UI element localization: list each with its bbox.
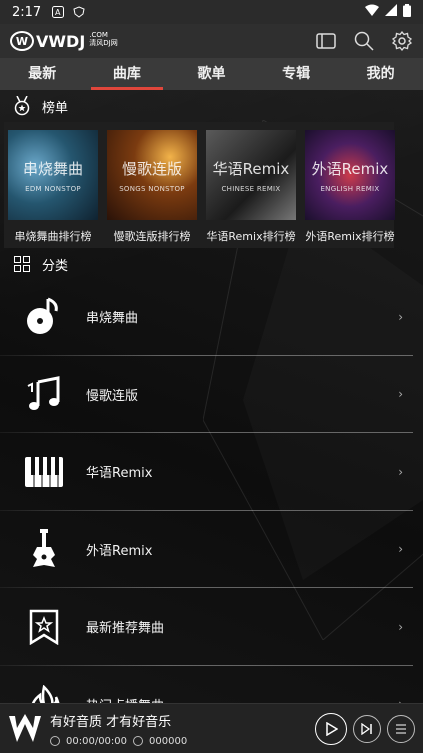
chart-thumb-title: 外语Remix	[311, 159, 389, 178]
category-label: 华语Remix	[86, 466, 153, 482]
play-count-icon	[133, 736, 144, 746]
chevron-right-icon: ›	[398, 309, 403, 324]
a-icon: A	[51, 6, 64, 19]
status-time: 2:17	[12, 4, 42, 20]
tab-mine[interactable]: 我的	[338, 58, 423, 90]
mini-player[interactable]: 有好音质 才有好音乐 00:00/00:00 000000	[0, 703, 423, 753]
logo-mark-icon: W	[10, 31, 34, 51]
chart-thumb-title: 串烧舞曲	[22, 159, 83, 178]
battery-icon	[403, 3, 411, 21]
logo-sub: .COM 清风DJ网	[89, 31, 117, 47]
category-item-slow-songs[interactable]: 慢歌连版 ›	[0, 356, 413, 433]
category-label: 慢歌连版	[86, 388, 139, 404]
chart-thumb-title: 华语Remix	[212, 159, 290, 178]
shield-icon	[72, 6, 85, 19]
tab-playlists[interactable]: 歌单	[169, 58, 254, 90]
player-title: 有好音质 才有好音乐	[50, 714, 172, 730]
tablet-icon[interactable]	[315, 30, 337, 52]
grid-icon	[12, 254, 32, 274]
signal-icon	[385, 4, 397, 20]
settings-icon[interactable]	[391, 30, 413, 52]
chart-caption[interactable]: 串烧舞曲排行榜	[8, 228, 98, 244]
chart-caption[interactable]: 慢歌连版排行榜	[107, 228, 197, 244]
music-notes-icon	[0, 364, 80, 424]
chart-thumb-subtitle: SONGS NONSTOP	[119, 184, 185, 193]
guitar-icon	[0, 519, 80, 579]
logo-subtitle: 清风DJ网	[89, 39, 118, 47]
player-logo-icon	[8, 712, 42, 746]
chart-caption[interactable]: 华语Remix排行榜	[206, 228, 296, 244]
clock-icon	[50, 736, 60, 746]
player-count: 000000	[149, 735, 188, 747]
next-button[interactable]	[353, 714, 381, 743]
category-item-edm[interactable]: 串烧舞曲 ›	[0, 278, 413, 356]
playlist-button[interactable]	[387, 714, 415, 743]
chart-thumb-subtitle: ENGLISH REMIX	[320, 184, 380, 193]
next-icon	[361, 722, 372, 735]
menu-icon	[396, 724, 406, 733]
chart-thumbnail[interactable]: 串烧舞曲 EDM NONSTOP	[8, 130, 98, 220]
player-info: 有好音质 才有好音乐 00:00/00:00 000000	[50, 711, 187, 747]
category-list: 串烧舞曲 › 慢歌连版 › 华语Remix › 外语Remix › 最新推荐舞曲…	[0, 278, 413, 743]
star-bookmark-icon	[0, 597, 80, 657]
categories-section-header: 分类	[0, 249, 423, 279]
player-time: 00:00/00:00	[66, 735, 128, 747]
category-label: 串烧舞曲	[86, 311, 139, 327]
play-button[interactable]	[315, 712, 347, 745]
chart-card-chinese-remix[interactable]: 华语Remix CHINESE REMIX 华语Remix排行榜	[206, 130, 296, 248]
chevron-right-icon: ›	[398, 387, 403, 402]
app-bar: W VWDJ .COM 清风DJ网	[0, 24, 423, 58]
category-label: 外语Remix	[86, 543, 153, 559]
chart-thumb-title: 慢歌连版	[121, 159, 182, 178]
chart-card-edm[interactable]: 串烧舞曲 EDM NONSTOP 串烧舞曲排行榜	[8, 130, 98, 248]
chart-thumbnail[interactable]: 华语Remix CHINESE REMIX	[206, 130, 296, 220]
svg-text:A: A	[55, 8, 61, 17]
medal-icon	[12, 96, 32, 116]
logo-text: VWDJ	[36, 31, 86, 51]
logo-suffix: .COM	[89, 31, 108, 39]
category-item-chinese-remix[interactable]: 华语Remix ›	[0, 433, 413, 511]
play-icon	[326, 721, 338, 736]
chart-thumb-subtitle: EDM NONSTOP	[25, 184, 81, 193]
chart-thumbnail[interactable]: 慢歌连版 SONGS NONSTOP	[107, 130, 197, 220]
piano-icon	[0, 442, 80, 502]
chart-caption[interactable]: 外语Remix排行榜	[305, 228, 395, 244]
tab-bar: 最新 曲库 歌单 专辑 我的	[0, 58, 423, 90]
search-icon[interactable]	[353, 30, 375, 52]
categories-section-title: 分类	[42, 258, 69, 274]
charts-row: 串烧舞曲 EDM NONSTOP 串烧舞曲排行榜 慢歌连版 SONGS NONS…	[4, 122, 395, 248]
charts-section-title: 榜单	[42, 100, 69, 116]
tab-albums[interactable]: 专辑	[254, 58, 339, 90]
tab-library[interactable]: 曲库	[85, 58, 170, 90]
category-item-english-remix[interactable]: 外语Remix ›	[0, 511, 413, 588]
chart-thumbnail[interactable]: 外语Remix ENGLISH REMIX	[305, 130, 395, 220]
chart-card-slow-songs[interactable]: 慢歌连版 SONGS NONSTOP 慢歌连版排行榜	[107, 130, 197, 248]
app-logo: W VWDJ .COM 清风DJ网	[10, 31, 118, 51]
player-meta: 00:00/00:00 000000	[50, 736, 187, 747]
chart-thumb-subtitle: CHINESE REMIX	[221, 184, 281, 193]
chevron-right-icon: ›	[398, 542, 403, 557]
status-bar: 2:17 A	[0, 0, 423, 24]
charts-section-header: 榜单	[0, 91, 423, 121]
chart-card-english-remix[interactable]: 外语Remix ENGLISH REMIX 外语Remix排行榜	[305, 130, 395, 248]
category-item-latest-recommended[interactable]: 最新推荐舞曲 ›	[0, 588, 413, 666]
vinyl-note-icon	[0, 287, 80, 347]
category-label: 最新推荐舞曲	[86, 621, 165, 637]
tab-latest[interactable]: 最新	[0, 58, 85, 90]
wifi-icon	[365, 4, 379, 20]
chevron-right-icon: ›	[398, 619, 403, 634]
chevron-right-icon: ›	[398, 464, 403, 479]
